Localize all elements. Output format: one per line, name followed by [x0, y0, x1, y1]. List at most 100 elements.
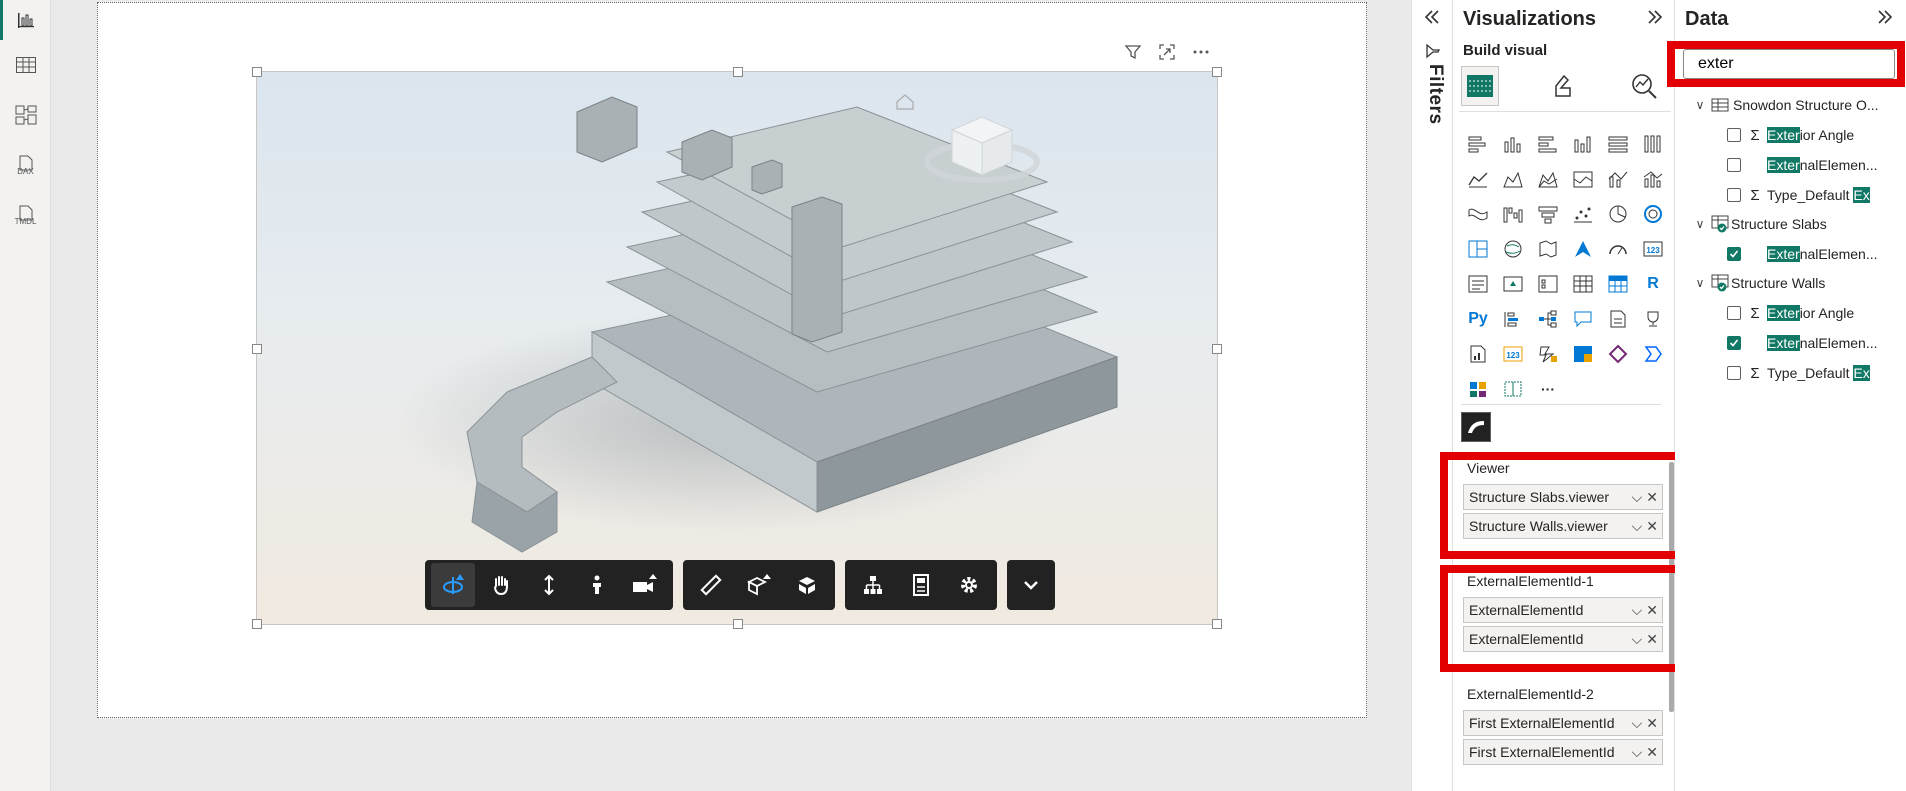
slicer-icon[interactable] — [1531, 266, 1565, 301]
field-checkbox[interactable] — [1727, 128, 1741, 142]
tmdl-view-button[interactable]: TMDL — [0, 195, 51, 235]
field-pill[interactable]: First ExternalElementId ⌵ ✕ — [1463, 739, 1663, 765]
smart-narrative-icon[interactable] — [1601, 301, 1635, 336]
r-script-visual-icon[interactable]: R — [1636, 266, 1670, 301]
resize-handle[interactable] — [1212, 344, 1222, 354]
funnel-chart-icon[interactable] — [1531, 196, 1565, 231]
chevron-down-icon[interactable]: ∨ — [1693, 217, 1707, 231]
dax-query-view-button[interactable]: DAX — [0, 145, 51, 185]
focus-mode-icon[interactable] — [1157, 42, 1177, 62]
filter-icon[interactable] — [1123, 42, 1143, 62]
section-icon[interactable] — [737, 563, 781, 607]
stacked-bar-chart-icon[interactable] — [1461, 126, 1495, 161]
resize-handle[interactable] — [252, 619, 262, 629]
tab-format-visual[interactable] — [1543, 66, 1581, 106]
remove-icon[interactable]: ✕ — [1646, 518, 1658, 535]
collapse-data-icon[interactable] — [1875, 8, 1895, 31]
field-pill[interactable]: ExternalElementId ⌵ ✕ — [1463, 626, 1663, 652]
gauge-icon[interactable] — [1601, 231, 1635, 266]
zoom-icon[interactable] — [527, 563, 571, 607]
stacked-column-chart-icon[interactable] — [1496, 126, 1530, 161]
chevron-down-icon[interactable]: ⌵ — [1632, 631, 1643, 648]
power-automate-visual-icon[interactable] — [1636, 336, 1670, 371]
expand-filters-icon[interactable] — [1422, 8, 1442, 31]
properties-icon[interactable] — [899, 563, 943, 607]
donut-chart-icon[interactable] — [1636, 196, 1670, 231]
stacked-area-chart-icon[interactable] — [1531, 161, 1565, 196]
field-pill[interactable]: First ExternalElementId ⌵ ✕ — [1463, 710, 1663, 736]
field-row[interactable]: Σ Type_Default Ex — [1727, 360, 1870, 386]
filled-map-icon[interactable] — [1531, 231, 1565, 266]
metrics-visual-icon[interactable] — [1461, 371, 1495, 406]
arcgis-map-icon[interactable] — [1566, 336, 1600, 371]
clustered-column-chart-icon[interactable] — [1566, 126, 1600, 161]
tab-analytics[interactable] — [1625, 66, 1663, 106]
treemap-icon[interactable] — [1461, 231, 1495, 266]
resize-handle[interactable] — [733, 619, 743, 629]
scatter-chart-icon[interactable] — [1566, 196, 1600, 231]
more-options-icon[interactable] — [1191, 42, 1211, 62]
chevron-down-icon[interactable]: ∨ — [1693, 98, 1707, 112]
ribbon-chart-icon[interactable] — [1461, 196, 1495, 231]
field-row[interactable]: Σ Exterior Angle — [1727, 122, 1854, 148]
field-row[interactable]: ExternalElemen... — [1727, 152, 1878, 178]
remove-icon[interactable]: ✕ — [1646, 631, 1658, 648]
get-more-visuals-icon[interactable]: ··· — [1531, 371, 1565, 406]
remove-icon[interactable]: ✕ — [1646, 715, 1658, 732]
field-checkbox[interactable] — [1727, 158, 1741, 172]
field-row[interactable]: Σ Exterior Angle — [1727, 300, 1854, 326]
3d-model-viewport[interactable] — [257, 72, 1217, 624]
multi-row-card-icon[interactable] — [1461, 266, 1495, 301]
first-person-icon[interactable] — [575, 563, 619, 607]
model-view-button[interactable] — [0, 95, 51, 135]
tab-build-visual[interactable] — [1461, 66, 1499, 106]
100-stacked-bar-chart-icon[interactable] — [1601, 126, 1635, 161]
field-row[interactable]: Σ Type_Default Ex — [1727, 182, 1870, 208]
filters-pane-collapsed[interactable]: Filters — [1411, 0, 1453, 791]
resize-handle[interactable] — [252, 344, 262, 354]
field-checkbox-checked[interactable] — [1727, 247, 1741, 261]
resize-handle[interactable] — [733, 67, 743, 77]
key-influencers-icon[interactable] — [1496, 301, 1530, 336]
field-pill[interactable]: ExternalElementId ⌵ ✕ — [1463, 597, 1663, 623]
waterfall-chart-icon[interactable] — [1496, 196, 1530, 231]
qa-icon[interactable] — [1566, 301, 1600, 336]
table-node[interactable]: ∨ Structure Walls — [1693, 270, 1825, 296]
map-icon[interactable] — [1496, 231, 1530, 266]
chevron-down-icon[interactable]: ⌵ — [1632, 744, 1643, 761]
remove-icon[interactable]: ✕ — [1646, 744, 1658, 761]
camera-icon[interactable] — [623, 563, 667, 607]
field-row[interactable]: ExternalElemen... — [1727, 330, 1878, 356]
remove-icon[interactable]: ✕ — [1646, 602, 1658, 619]
field-pill[interactable]: Structure Slabs.viewer ⌵ ✕ — [1463, 484, 1663, 510]
line-and-clustered-column-chart-icon[interactable] — [1636, 161, 1670, 196]
clustered-bar-chart-icon[interactable] — [1531, 126, 1565, 161]
python-visual-icon[interactable]: Py — [1461, 301, 1495, 336]
field-checkbox-checked[interactable] — [1727, 336, 1741, 350]
custom-3d-viewer-visual-icon[interactable] — [1461, 412, 1491, 442]
line-and-stacked-column-chart-icon[interactable] — [1601, 161, 1635, 196]
100-stacked-area-chart-icon[interactable] — [1566, 161, 1600, 196]
wells-scrollbar[interactable] — [1669, 462, 1674, 712]
100-stacked-column-chart-icon[interactable] — [1636, 126, 1670, 161]
measure-icon[interactable] — [689, 563, 733, 607]
azure-map-icon[interactable] — [1566, 231, 1600, 266]
field-checkbox[interactable] — [1727, 188, 1741, 202]
report-view-button[interactable] — [0, 0, 51, 40]
decomposition-tree-icon[interactable] — [1531, 301, 1565, 336]
table-visual-icon[interactable] — [1566, 266, 1600, 301]
3d-viewer-visual[interactable] — [252, 67, 1222, 629]
card-icon[interactable]: 123 — [1636, 231, 1670, 266]
filters-label[interactable]: Filters — [1424, 64, 1446, 125]
search-input[interactable] — [1698, 55, 1905, 73]
line-chart-icon[interactable] — [1461, 161, 1495, 196]
pan-icon[interactable] — [479, 563, 523, 607]
collapse-visualizations-icon[interactable] — [1645, 8, 1665, 31]
resize-handle[interactable] — [1212, 619, 1222, 629]
settings-icon[interactable] — [947, 563, 991, 607]
kpi-icon[interactable] — [1496, 266, 1530, 301]
field-checkbox[interactable] — [1727, 306, 1741, 320]
chevron-down-icon[interactable] — [1009, 563, 1053, 607]
chevron-down-icon[interactable]: ⌵ — [1632, 715, 1643, 732]
power-automate-icon[interactable] — [1531, 336, 1565, 371]
